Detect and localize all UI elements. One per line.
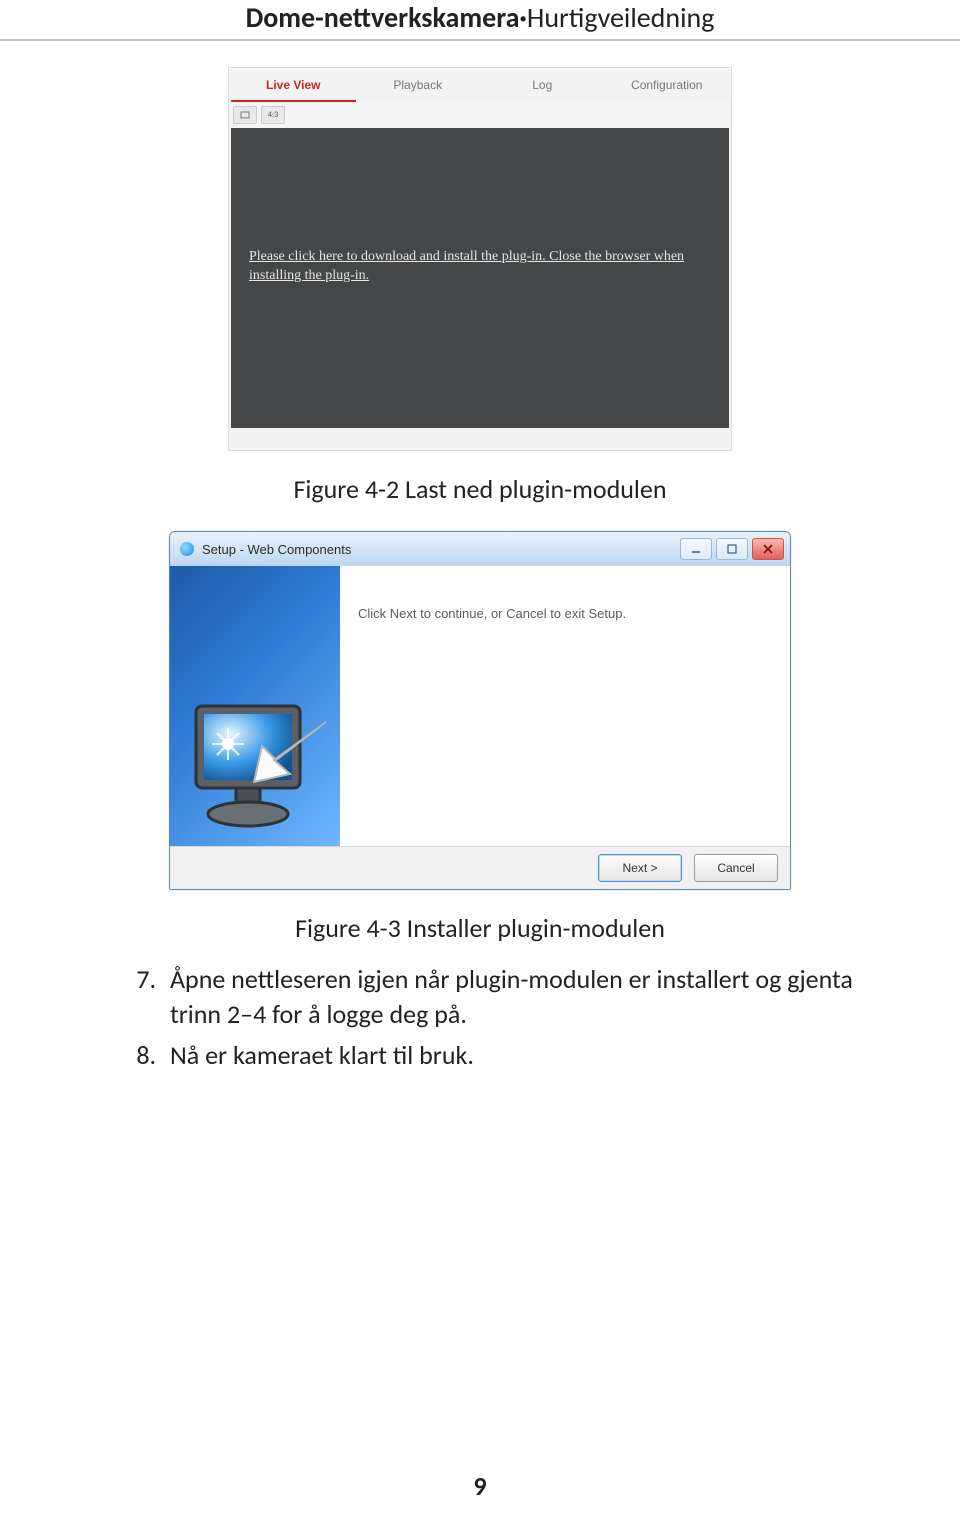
- dialog-title: Setup - Web Components: [202, 542, 351, 557]
- dialog-button-bar: Next > Cancel: [170, 846, 790, 889]
- close-icon: [763, 544, 773, 554]
- maximize-icon: [727, 544, 737, 554]
- rect-icon: [240, 111, 250, 119]
- video-area: Please click here to download and instal…: [231, 128, 729, 428]
- figure-4-3: Setup - Web Components: [169, 531, 791, 890]
- minimize-icon: [691, 544, 701, 554]
- tab-live-view[interactable]: Live View: [231, 70, 356, 102]
- minimize-button[interactable]: [680, 538, 712, 560]
- webui-tabs: Live View Playback Log Configuration: [231, 70, 729, 102]
- tab-playback[interactable]: Playback: [356, 70, 481, 102]
- page-header: Dome-nettverkskamera·Hurtigveiledning: [0, 0, 960, 41]
- caption-4-2: Figure 4-2 Last ned plugin-modulen: [100, 473, 860, 505]
- caption-4-3: Figure 4-3 Installer plugin-modulen: [100, 912, 860, 944]
- toolbar-43-button[interactable]: 4:3: [261, 106, 285, 124]
- dialog-content: Click Next to continue, or Cancel to exi…: [340, 566, 790, 846]
- webui-toolbar: 4:3: [231, 102, 729, 128]
- setup-icon: [180, 542, 194, 556]
- figure-4-2: Live View Playback Log Configuration 4:3…: [228, 67, 732, 451]
- dialog-titlebar: Setup - Web Components: [170, 532, 790, 566]
- header-light: Hurtigveiledning: [527, 0, 715, 35]
- step-8: Nå er kameraet klart til bruk.: [162, 1038, 860, 1073]
- step-list: Åpne nettleseren igjen når plugin-module…: [100, 962, 860, 1073]
- close-button[interactable]: [752, 538, 784, 560]
- dialog-side-graphic: [170, 566, 340, 846]
- tab-log[interactable]: Log: [480, 70, 605, 102]
- tab-configuration[interactable]: Configuration: [605, 70, 730, 102]
- page-number: 9: [0, 1470, 960, 1502]
- cancel-button[interactable]: Cancel: [694, 854, 778, 882]
- step-7: Åpne nettleseren igjen når plugin-module…: [162, 962, 860, 1032]
- next-button[interactable]: Next >: [598, 854, 682, 882]
- monitor-arrow-icon: [178, 670, 328, 840]
- toolbar-aspect-button[interactable]: [233, 106, 257, 124]
- header-bold: Dome-nettverkskamera·: [246, 0, 527, 35]
- download-plugin-link[interactable]: Please click here to download and instal…: [249, 248, 711, 286]
- webui-footer: [231, 428, 729, 448]
- maximize-button[interactable]: [716, 538, 748, 560]
